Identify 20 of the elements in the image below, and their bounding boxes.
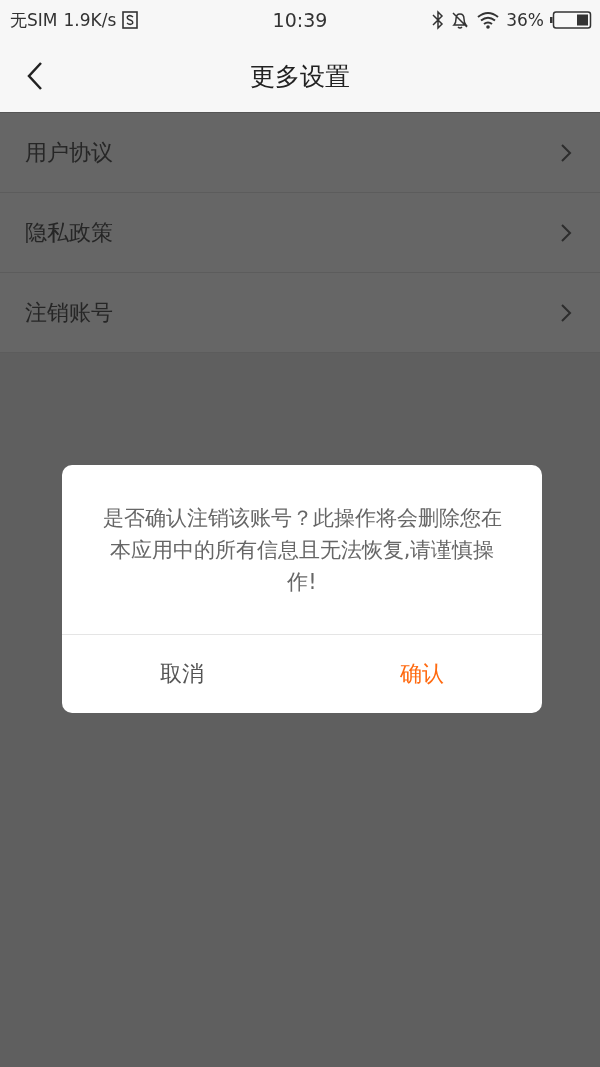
clock: 10:39	[272, 9, 328, 31]
network-speed: 1.9K/s	[63, 10, 117, 30]
carrier-text: 无SIM	[10, 8, 58, 32]
back-icon[interactable]	[26, 61, 44, 91]
dialog-button[interactable]: 确认	[302, 635, 542, 713]
bluetooth-icon	[432, 10, 445, 30]
battery-percent: 36%	[506, 10, 544, 30]
page-title: 更多设置	[250, 60, 350, 93]
settings-item[interactable]: 用户协议	[0, 113, 600, 193]
bell-off-icon	[450, 10, 471, 30]
dialog-button[interactable]: 取消	[62, 635, 302, 713]
wifi-icon	[476, 11, 501, 29]
battery-icon	[550, 11, 592, 29]
settings-item[interactable]: 注销账号	[0, 273, 600, 353]
s-square-icon	[122, 11, 139, 29]
chevron-icon	[560, 142, 572, 163]
chevron-icon	[560, 302, 572, 323]
settings-item[interactable]: 隐私政策	[0, 193, 600, 273]
dialog-message: 是否确认注销该账号？此操作将会删除您在本应用中的所有信息且无法恢复,请谨慎操作!	[62, 465, 542, 635]
chevron-icon	[560, 222, 572, 243]
